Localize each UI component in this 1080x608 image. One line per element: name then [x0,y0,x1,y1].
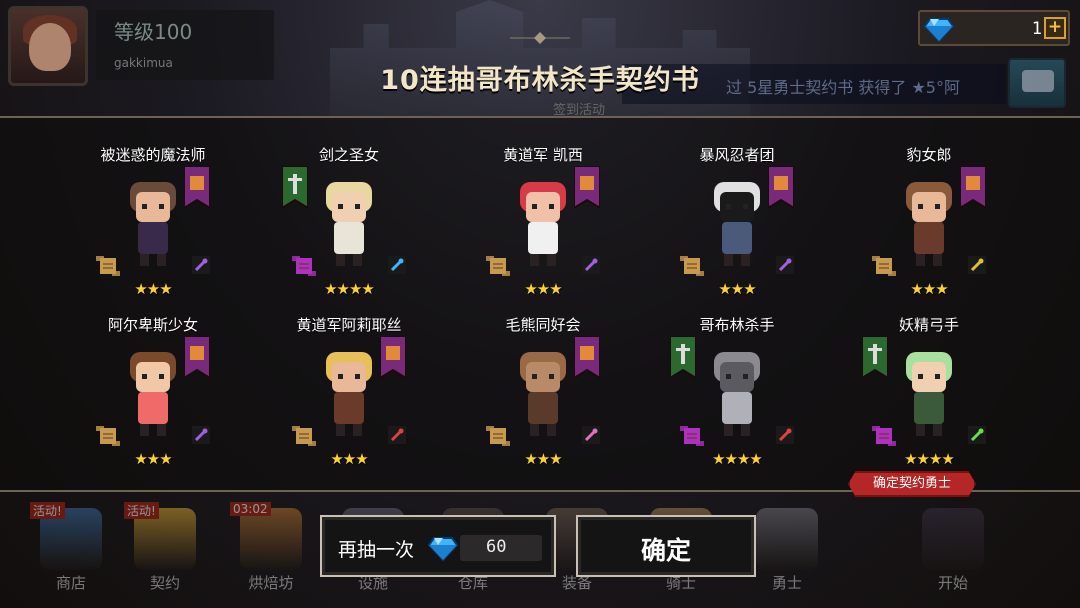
contract-scroll-purple-icon [872,426,896,446]
nav-badge: 活动! [30,502,65,519]
nav-item[interactable]: 烘焙坊 03:02 [226,502,316,602]
nav-item[interactable]: 契约 活动! [120,502,210,602]
hero-name: 黄道军阿莉耶丝 [296,316,402,334]
contract-scroll-icon [96,256,120,276]
rarity-banner-green-icon [862,336,888,378]
staff-icon [192,426,210,444]
hero-card[interactable]: 黄道军阿莉耶丝 ★★★ [252,284,446,468]
redraw-button[interactable]: 再抽一次 60 [320,515,556,577]
nav-badge: 03:02 [230,502,271,516]
hero-card[interactable]: 剑之圣女 ★★★★ [252,114,446,298]
contract-scroll-icon [486,256,510,276]
dagger-icon [388,426,406,444]
redraw-cost: 60 [486,537,507,557]
confirm-label: 确定 [640,536,691,565]
hero-name: 黄道军 凯西 [503,146,583,164]
rarity-banner-green-icon [670,336,696,378]
nav-item[interactable]: 商店 活动! [26,502,116,602]
modal-title: 10连抽哥布林杀手契约书 [380,65,700,96]
nav-label: 开始 [937,574,968,592]
hero-card[interactable]: 豹女郎 ★★★ [832,114,1026,298]
hero-card[interactable]: 妖精弓手 ★★★★ [832,284,1026,468]
bow-icon [968,426,986,444]
hero-name: 暴风忍者团 [699,146,775,164]
hero-sprite [326,182,372,266]
confirm-hero-tag: 确定契约勇士 [848,471,976,497]
hero-star-rating: ★★★★ [904,450,955,468]
hero-card[interactable]: 阿尔卑斯少女 ★★★ [56,284,250,468]
gem-count: 1 [1031,19,1042,39]
nav-badge: 活动! [124,502,159,519]
nav-label: 商店 [55,574,86,592]
hero-sprite [714,182,760,266]
staff-icon [192,256,210,274]
hero-card[interactable]: 哥布林杀手 ★★★★ [640,284,834,468]
redraw-cost-box: 60 [460,535,542,561]
confirm-button[interactable]: 确定 [576,515,756,577]
contract-scroll-icon [486,426,510,446]
hero-card[interactable]: 被迷惑的魔法师 ★★★ [56,114,250,298]
hero-sprite [714,352,760,436]
rarity-banner-green-icon [282,166,308,208]
nav-icon [756,508,818,570]
hero-sprite [130,352,176,436]
hero-name: 妖精弓手 [898,316,959,334]
hero-sprite [520,182,566,266]
contract-scroll-icon [292,426,316,446]
contract-scroll-purple-icon [292,256,316,276]
nav-icon [240,508,302,570]
hero-name: 阿尔卑斯少女 [107,316,198,334]
hero-star-rating: ★★★ [524,450,562,468]
nav-item[interactable]: 开始 [908,502,998,602]
player-level: 等级100 [114,20,193,44]
contract-scroll-icon [872,256,896,276]
redraw-label: 再抽一次 [338,539,415,561]
hero-sprite [326,352,372,436]
hero-name: 毛熊同好会 [505,316,581,334]
gem-balance: 1 + [918,10,1070,46]
hammer-icon [388,256,406,274]
nav-label: 烘焙坊 [248,574,294,592]
contract-scroll-purple-icon [680,426,704,446]
dagger-icon [776,426,794,444]
amulet-icon [582,426,600,444]
contract-scroll-icon [680,256,704,276]
hero-star-rating: ★★★ [330,450,368,468]
hero-star-rating: ★★★ [134,450,172,468]
hero-name: 剑之圣女 [318,146,379,164]
sword-icon [968,256,986,274]
nav-icon [922,508,984,570]
add-gems-button[interactable]: + [1044,17,1066,39]
hero-card[interactable]: 黄道军 凯西 ★★★ [446,114,640,298]
hero-sprite [906,182,952,266]
hero-sprite [520,352,566,436]
hero-name: 被迷惑的魔法师 [100,146,206,164]
nav-label: 契约 [149,574,180,592]
gem-icon [924,18,954,43]
staff-icon [776,256,794,274]
title-ornament-icon [510,32,570,44]
hero-name: 哥布林杀手 [699,316,775,334]
staff-icon [582,256,600,274]
hero-name: 豹女郎 [906,146,952,164]
hero-sprite [906,352,952,436]
hero-star-rating: ★★★★ [712,450,763,468]
hero-card[interactable]: 毛熊同好会 ★★★ [446,284,640,468]
hero-sprite [130,182,176,266]
contract-scroll-icon [96,426,120,446]
gem-icon [428,537,458,562]
hero-card[interactable]: 暴风忍者团 ★★★ [640,114,834,298]
